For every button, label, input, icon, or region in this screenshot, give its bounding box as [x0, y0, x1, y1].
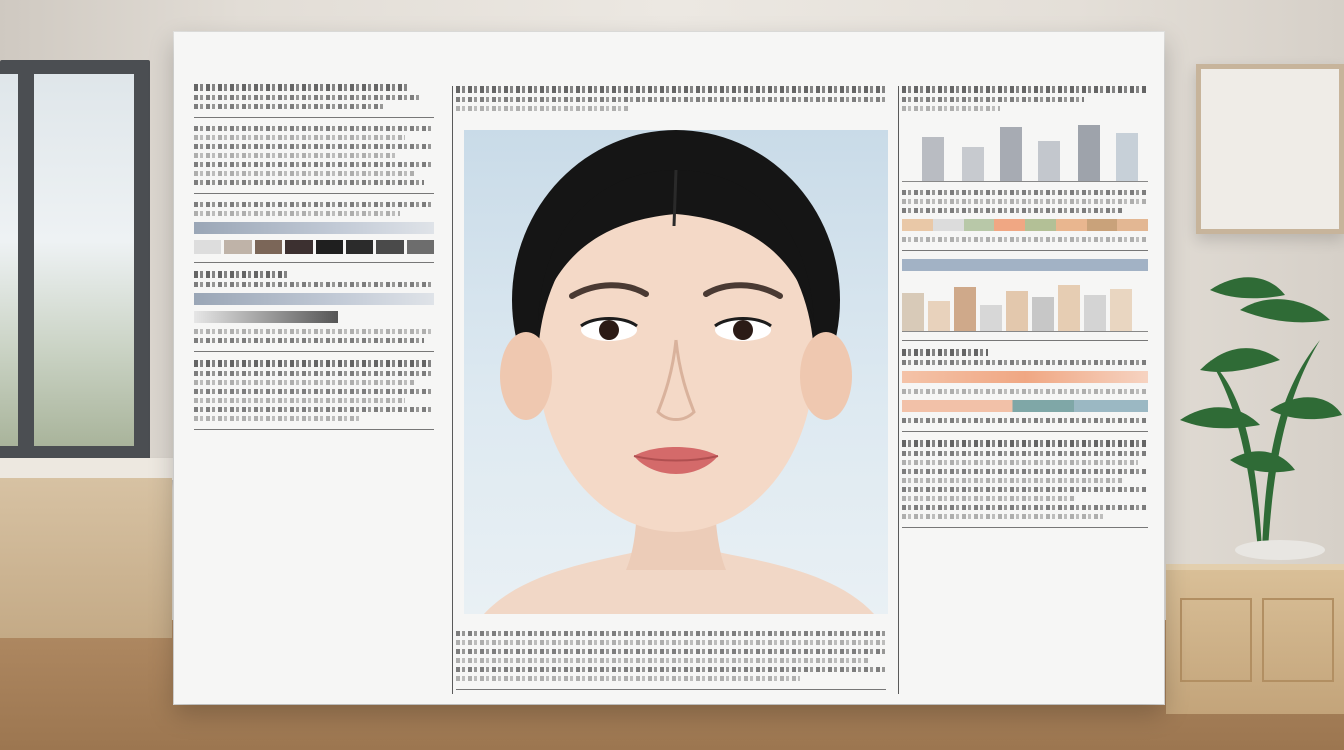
column-divider — [898, 86, 899, 694]
cabinet-door — [1262, 598, 1334, 682]
color-swatches — [194, 240, 434, 254]
left-cabinet — [0, 478, 172, 638]
gradient-bar — [194, 311, 338, 323]
plant-icon — [1180, 277, 1342, 560]
bar-chart-small — [902, 119, 1148, 182]
window-sill — [0, 458, 178, 480]
header-bar — [902, 259, 1148, 271]
window-pane — [0, 74, 18, 446]
right-text-column — [902, 82, 1148, 694]
room-scene — [0, 0, 1344, 750]
portrait-face — [484, 130, 874, 614]
left-text-column — [194, 80, 434, 692]
color-heatstrip — [902, 219, 1148, 231]
portrait-photo — [464, 130, 888, 614]
mixed-bar — [902, 400, 1148, 412]
gradient-bar — [194, 293, 434, 305]
right-cabinet — [1166, 564, 1344, 714]
gradient-bar — [194, 222, 434, 234]
bar-chart-detail — [902, 279, 1148, 332]
frame-icon — [1196, 64, 1344, 234]
peach-bar — [902, 371, 1148, 383]
infographic-poster — [174, 32, 1164, 704]
window-icon — [0, 60, 150, 460]
cabinet-door — [1180, 598, 1252, 682]
center-column — [456, 82, 888, 694]
window-pane — [34, 74, 134, 446]
column-divider — [452, 86, 453, 694]
